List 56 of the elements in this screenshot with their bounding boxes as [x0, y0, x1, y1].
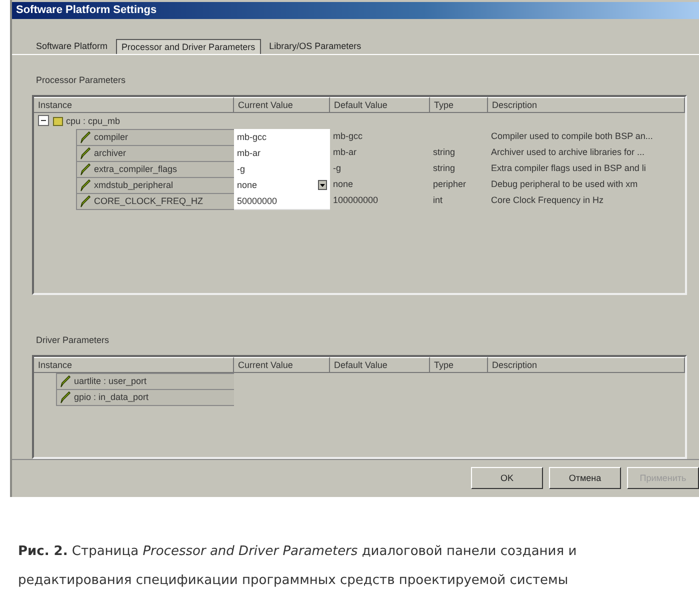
dialog-button[interactable]: Отмена: [549, 467, 621, 490]
group-label: Processor Parameters: [36, 74, 127, 84]
parameter-name[interactable]: CORE_CLOCK_FREQ_HZ: [76, 192, 234, 210]
table-cell-text: Archiver used to archive libraries for ...: [490, 146, 646, 158]
table-cell-text: none: [332, 178, 354, 190]
column-header[interactable]: Instance: [34, 96, 234, 112]
figure-caption: Рис. 2. Страница Processor and Driver Parameters диалоговой панели создания и редактирования спецификации программных средств проектируемой системы: [18, 543, 578, 590]
table-cell-text: 100000000: [332, 194, 380, 206]
column-header[interactable]: Instance: [34, 356, 234, 372]
table-cell-text: -g: [332, 162, 342, 175]
parameter-name[interactable]: xmdstub_peripheral: [76, 176, 234, 194]
table-cell-text: Compiler used to compile both BSP an...: [490, 130, 654, 143]
parameter-name[interactable]: compiler: [76, 128, 234, 146]
value-field[interactable]: mb-ar: [234, 144, 330, 162]
column-header[interactable]: Default Value: [330, 356, 430, 372]
tab[interactable]: Processor and Driver Parameters: [116, 38, 262, 54]
pencil-icon: [79, 178, 91, 192]
driver-instance[interactable]: gpio : in_data_port: [56, 388, 234, 406]
value-field[interactable]: 50000000: [234, 192, 330, 210]
table-cell-text: mb-gcc: [332, 130, 364, 143]
tree-node[interactable]: cpu : cpu_mb: [66, 116, 120, 126]
tab[interactable]: Software Platform: [30, 38, 114, 52]
table-cell: string: [433, 162, 456, 172]
pencil-icon: [79, 130, 91, 144]
parameter-name[interactable]: archiver: [76, 144, 234, 162]
column-header[interactable]: Type: [430, 356, 488, 372]
dialog-button[interactable]: OK: [471, 467, 543, 490]
pencil-icon: [79, 146, 91, 160]
value-field[interactable]: -g: [234, 160, 330, 178]
table-cell-text: Debug peripheral to be used with xm: [490, 178, 639, 191]
minus-icon: [40, 117, 47, 124]
collapse-toggle[interactable]: [38, 115, 49, 126]
column-header[interactable]: Type: [430, 96, 488, 112]
window-title: Software Platform Settings: [16, 4, 157, 16]
folder-icon: [53, 116, 63, 126]
column-header[interactable]: Description: [488, 96, 685, 112]
parameter-name[interactable]: extra_compiler_flags: [76, 160, 234, 178]
column-header[interactable]: Current Value: [234, 96, 330, 112]
table-cell-text: Extra compiler flags used in BSP and li: [490, 162, 647, 175]
pencil-icon: [59, 390, 71, 404]
column-header[interactable]: Current Value: [234, 356, 330, 372]
table-cell: peripher: [433, 178, 466, 188]
pencil-icon: [59, 374, 71, 388]
table-cell-text: mb-ar: [332, 146, 358, 158]
column-header[interactable]: Description: [488, 356, 685, 372]
table-cell-text: Core Clock Frequency in Hz: [490, 194, 605, 207]
dropdown-field[interactable]: none: [234, 176, 330, 194]
column-header[interactable]: Default Value: [330, 96, 430, 112]
group-label: Driver Parameters: [36, 334, 110, 344]
value-field[interactable]: mb-gcc: [234, 128, 330, 146]
tab[interactable]: Library/OS Parameters: [263, 38, 368, 52]
pencil-icon: [79, 194, 91, 208]
table-cell: string: [433, 146, 456, 156]
table-cell: int: [433, 194, 443, 204]
driver-instance[interactable]: uartlite : user_port: [56, 372, 234, 390]
pencil-icon: [79, 162, 91, 176]
